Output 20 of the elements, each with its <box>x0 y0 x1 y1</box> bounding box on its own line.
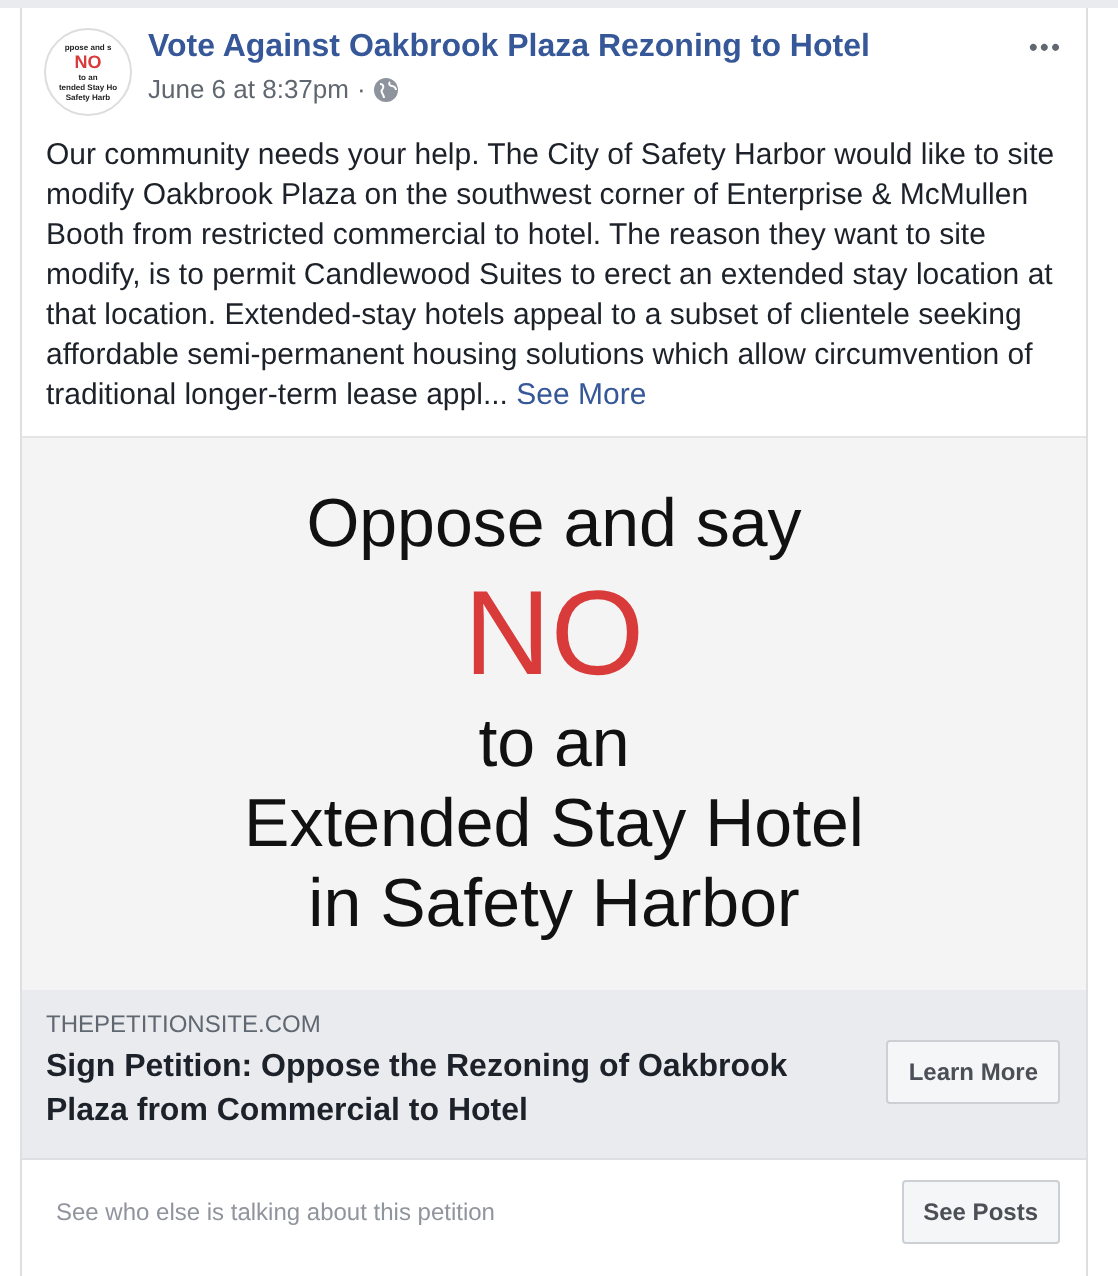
image-text: in Safety Harbor <box>308 864 800 944</box>
image-text: Oppose and say <box>306 484 802 564</box>
link-domain: THEPETITIONSITE.COM <box>46 1010 323 1038</box>
globe-icon <box>373 77 398 101</box>
link-title[interactable]: Sign Petition: Oppose the Rezoning of Oakbrook Plaza from Commercial to Hotel <box>46 1046 867 1134</box>
link-image[interactable]: Oppose and say NO to an Extended Stay Hotel in Safety Harbor <box>22 436 1086 990</box>
separator: · <box>356 74 366 104</box>
link-preview[interactable]: THEPETITIONSITE.COM Sign Petition: Oppose the Rezoning of Oakbrook Plaza from Commercial to Hotel Learn More <box>22 990 1086 1160</box>
more-options-button[interactable]: ••• <box>1028 32 1062 62</box>
learn-more-button[interactable]: Learn More <box>886 1040 1060 1104</box>
footer-text: See who else is talking about this petition <box>56 1198 495 1226</box>
image-text: NO <box>464 564 644 704</box>
page-name-link[interactable]: Vote Against Oakbrook Plaza Rezoning to Hotel <box>148 28 1013 68</box>
post-text: Our community needs your help. The City of Safety Harbor would like to site modify Oakbrook Plaza on the southwest corner of Enterprise & McMullen Booth from restricted commercial to hotel. The reason they want to site modify, is to permit Candlewood Suites to erect an extended stay location at that location. Extended-stay hotels appeal to a subset of clientele seeking affordable semi-permanent housing solutions which allow circumvention of traditional longer-term lease appl... See More <box>46 136 1057 416</box>
post-time[interactable]: June 6 at 8:37pm <box>148 74 349 104</box>
avatar-text: NO <box>74 52 102 72</box>
see-more-link[interactable]: See More <box>516 378 647 412</box>
image-text: Extended Stay Hotel <box>244 784 864 864</box>
image-text: to an <box>478 704 630 784</box>
see-posts-button[interactable]: See Posts <box>901 1180 1060 1244</box>
